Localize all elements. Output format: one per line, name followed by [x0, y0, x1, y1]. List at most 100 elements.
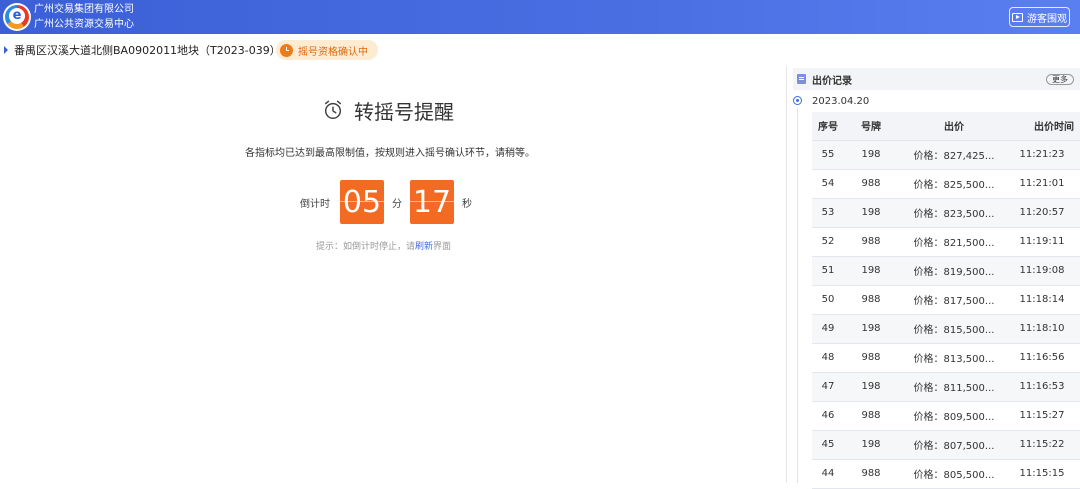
- notice-title: 转摇号提醒: [354, 99, 454, 124]
- table-row: 49 198 价格：815,500... 11:18:10: [812, 314, 1080, 344]
- cell-seq: 52: [812, 227, 844, 257]
- visitor-watch-button[interactable]: 游客围观: [1009, 7, 1070, 27]
- cell-seq: 46: [812, 401, 844, 431]
- column-header-price: 出价: [898, 112, 1010, 141]
- countdown-label: 倒计时: [300, 198, 330, 210]
- more-button[interactable]: 更多: [1046, 74, 1074, 85]
- table-row: 45 198 价格：807,500... 11:15:22: [812, 430, 1080, 460]
- cell-plate: 988: [844, 343, 898, 373]
- table-row: 54 988 价格：825,500... 11:21:01: [812, 169, 1080, 199]
- table-row: 44 988 价格：805,500... 11:15:15: [812, 459, 1080, 489]
- timeline-line: [797, 108, 798, 483]
- cell-seq: 55: [812, 140, 844, 170]
- cell-price: 价格：813,500...: [898, 343, 1010, 373]
- column-header-plate: 号牌: [844, 112, 898, 141]
- panel-divider: [786, 66, 787, 483]
- cell-price: 价格：815,500...: [898, 314, 1010, 344]
- visitor-watch-label: 游客围观: [1027, 13, 1067, 25]
- cell-plate: 988: [844, 169, 898, 199]
- cell-price: 价格：811,500...: [898, 372, 1010, 402]
- org-name-primary: 广州交易集团有限公司: [34, 4, 134, 15]
- cell-time: 11:15:22: [1010, 430, 1080, 460]
- lot-breadcrumb: 番禺区汉溪大道北侧BA0902011地块（T2023-039）: [4, 42, 281, 58]
- lot-title: 番禺区汉溪大道北侧BA0902011地块（T2023-039）: [14, 44, 281, 57]
- cell-plate: 988: [844, 285, 898, 315]
- cell-time: 11:16:53: [1010, 372, 1080, 402]
- bid-records-header: 出价记录 更多: [793, 68, 1080, 90]
- table-header-row: 序号 号牌 出价 出价时间: [812, 112, 1080, 141]
- cell-plate: 198: [844, 140, 898, 170]
- cell-seq: 47: [812, 372, 844, 402]
- cell-time: 11:21:01: [1010, 169, 1080, 199]
- cell-seq: 53: [812, 198, 844, 228]
- play-screen-icon: [1012, 12, 1023, 22]
- document-icon: [797, 74, 806, 84]
- cell-time: 11:15:27: [1010, 401, 1080, 431]
- cell-seq: 50: [812, 285, 844, 315]
- bid-rows: 55 198 价格：827,425... 11:21:23 54 988 价格：825,50…: [812, 140, 1080, 489]
- refresh-hint: 提示：如倒计时停止，请刷新界面: [316, 239, 451, 252]
- cell-plate: 198: [844, 430, 898, 460]
- seconds-unit: 秒: [462, 198, 472, 210]
- cell-price: 价格：819,500...: [898, 256, 1010, 286]
- cell-time: 11:19:11: [1010, 227, 1080, 257]
- table-row: 53 198 价格：823,500... 11:20:57: [812, 198, 1080, 228]
- cell-price: 价格：805,500...: [898, 459, 1010, 489]
- cell-plate: 988: [844, 459, 898, 489]
- refresh-link[interactable]: 刷新: [415, 242, 433, 252]
- cell-price: 价格：807,500...: [898, 430, 1010, 460]
- org-name-secondary: 广州公共资源交易中心: [34, 19, 134, 30]
- cell-seq: 49: [812, 314, 844, 344]
- logo-icon: e: [3, 3, 31, 31]
- timeline-dot-icon: [793, 96, 802, 105]
- cell-seq: 48: [812, 343, 844, 373]
- countdown-timer: 倒计时 05 分 17 秒: [300, 180, 480, 224]
- alarm-clock-icon: [324, 100, 342, 119]
- cell-plate: 988: [844, 227, 898, 257]
- cell-plate: 198: [844, 372, 898, 402]
- cell-plate: 198: [844, 256, 898, 286]
- table-row: 52 988 价格：821,500... 11:19:11: [812, 227, 1080, 257]
- cell-price: 价格：823,500...: [898, 198, 1010, 228]
- minutes-unit: 分: [392, 198, 402, 210]
- cell-price: 价格：821,500...: [898, 227, 1010, 257]
- cell-time: 11:21:23: [1010, 140, 1080, 170]
- cell-plate: 198: [844, 314, 898, 344]
- cell-time: 11:18:14: [1010, 285, 1080, 315]
- timeline-date: 2023.04.20: [812, 96, 870, 107]
- notice-heading: 转摇号提醒: [322, 96, 454, 124]
- table-row: 51 198 价格：819,500... 11:19:08: [812, 256, 1080, 286]
- cell-price: 价格：817,500...: [898, 285, 1010, 315]
- column-header-time: 出价时间: [1010, 112, 1080, 141]
- cell-price: 价格：827,425...: [898, 140, 1010, 170]
- cell-seq: 44: [812, 459, 844, 489]
- table-row: 55 198 价格：827,425... 11:21:23: [812, 140, 1080, 170]
- cell-plate: 988: [844, 401, 898, 431]
- cell-price: 价格：825,500...: [898, 169, 1010, 199]
- table-row: 48 988 价格：813,500... 11:16:56: [812, 343, 1080, 373]
- triangle-right-icon: [4, 46, 8, 54]
- status-badge: 摇号资格确认中: [276, 40, 378, 60]
- countdown-seconds: 17: [410, 180, 454, 224]
- cell-price: 价格：809,500...: [898, 401, 1010, 431]
- cell-time: 11:15:15: [1010, 459, 1080, 489]
- status-badge-label: 摇号资格确认中: [298, 46, 368, 58]
- cell-time: 11:18:10: [1010, 314, 1080, 344]
- cell-seq: 51: [812, 256, 844, 286]
- cell-seq: 45: [812, 430, 844, 460]
- countdown-minutes: 05: [340, 180, 384, 224]
- top-header-bar: e 广州交易集团有限公司 广州公共资源交易中心 游客围观: [0, 0, 1080, 34]
- clock-icon: [280, 43, 293, 57]
- table-row: 50 988 价格：817,500... 11:18:14: [812, 285, 1080, 315]
- cell-seq: 54: [812, 169, 844, 199]
- hint-prefix: 提示：如倒计时停止，请: [316, 242, 416, 252]
- table-row: 46 988 价格：809,500... 11:15:27: [812, 401, 1080, 431]
- table-row: 47 198 价格：811,500... 11:16:53: [812, 372, 1080, 402]
- bid-records-table: 序号 号牌 出价 出价时间 55 198 价格：827,425... 11:21:23…: [812, 112, 1080, 489]
- cell-plate: 198: [844, 198, 898, 228]
- cell-time: 11:19:08: [1010, 256, 1080, 286]
- cell-time: 11:20:57: [1010, 198, 1080, 228]
- column-header-seq: 序号: [812, 112, 844, 141]
- cell-time: 11:16:56: [1010, 343, 1080, 373]
- hint-suffix: 界面: [433, 242, 452, 252]
